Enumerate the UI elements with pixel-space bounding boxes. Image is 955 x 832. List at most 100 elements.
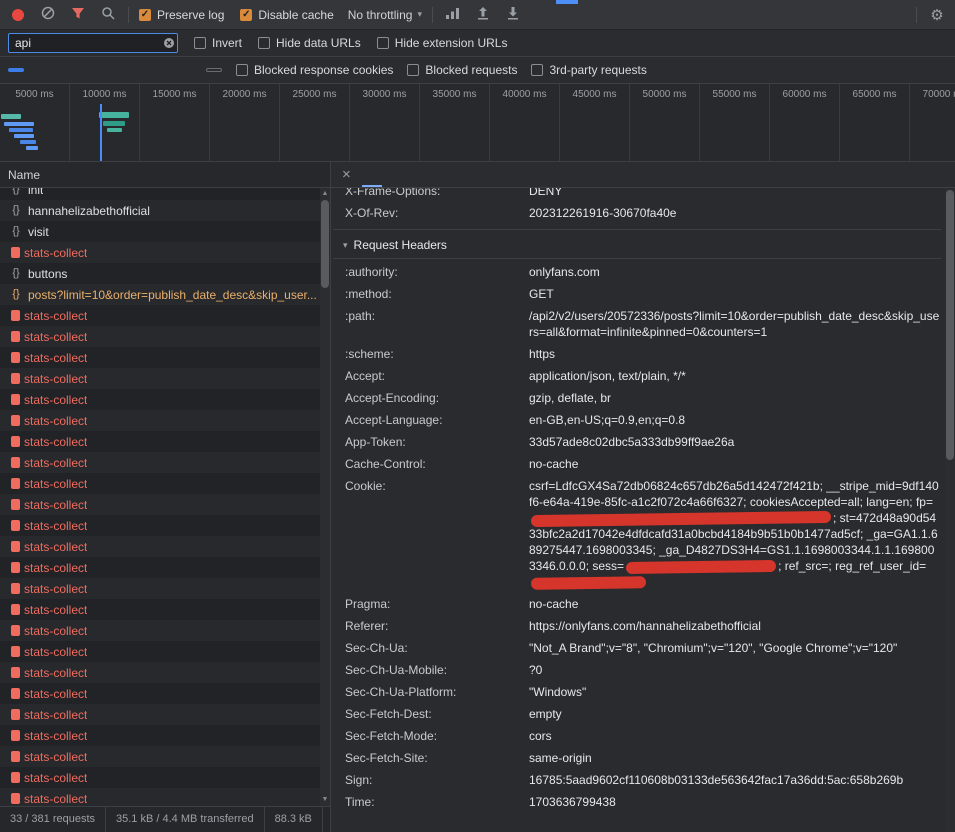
requests-count: 33 / 381 requests xyxy=(0,807,106,832)
request-row[interactable]: stats-collect xyxy=(0,641,330,662)
filter-chip-css[interactable] xyxy=(80,68,96,72)
filter-chip-js[interactable] xyxy=(44,68,60,72)
requests-scrollbar[interactable]: ▲ ▼ xyxy=(320,188,330,806)
request-row[interactable]: stats-collect xyxy=(0,305,330,326)
request-row[interactable]: stats-collect xyxy=(0,662,330,683)
checkbox-hide-data-urls[interactable]: Hide data URLs xyxy=(258,36,361,50)
export-har-button[interactable] xyxy=(503,4,523,26)
timeline-overview[interactable]: 5000 ms10000 ms15000 ms20000 ms25000 ms3… xyxy=(0,84,955,162)
request-name: visit xyxy=(28,225,49,239)
request-row[interactable]: stats-collect xyxy=(0,746,330,767)
filter-input[interactable] xyxy=(8,33,178,53)
request-row[interactable]: stats-collect xyxy=(0,452,330,473)
tab-timing[interactable] xyxy=(462,162,482,187)
checkbox-hide-extension-urls[interactable]: Hide extension URLs xyxy=(377,36,508,50)
filter-chip-media[interactable] xyxy=(134,68,150,72)
search-button[interactable] xyxy=(98,4,118,26)
checkbox-blocked-response-cookies[interactable]: Blocked response cookies xyxy=(236,63,393,77)
clear-input-icon[interactable] xyxy=(163,37,175,49)
waterfall-band[interactable] xyxy=(0,104,955,162)
request-row[interactable]: stats-collect xyxy=(0,599,330,620)
request-row[interactable]: {} visit xyxy=(0,221,330,242)
request-row[interactable]: stats-collect xyxy=(0,494,330,515)
request-row[interactable]: stats-collect xyxy=(0,683,330,704)
request-row[interactable]: stats-collect xyxy=(0,578,330,599)
error-icon xyxy=(11,730,20,741)
record-button[interactable] xyxy=(8,4,28,26)
timeline-tick-label: 20000 ms xyxy=(223,89,267,100)
filter-chip-ws[interactable] xyxy=(170,68,186,72)
waterfall-bar xyxy=(20,140,36,144)
request-row[interactable]: stats-collect xyxy=(0,326,330,347)
request-row[interactable]: stats-collect xyxy=(0,704,330,725)
request-row[interactable]: stats-collect xyxy=(0,389,330,410)
header-name: Sec-Ch-Ua-Mobile: xyxy=(345,662,529,678)
request-row[interactable]: {} hannahelizabethofficial xyxy=(0,200,330,221)
request-row[interactable]: stats-collect xyxy=(0,620,330,641)
tab-payload[interactable] xyxy=(382,162,402,187)
header-name: Sign: xyxy=(345,772,529,788)
request-row[interactable]: {} init xyxy=(0,188,330,200)
request-row[interactable]: stats-collect xyxy=(0,515,330,536)
request-row[interactable]: stats-collect xyxy=(0,557,330,578)
request-row[interactable]: stats-collect xyxy=(0,431,330,452)
request-row[interactable]: stats-collect xyxy=(0,347,330,368)
checkbox-box-icon xyxy=(531,64,543,76)
filter-chip-all[interactable] xyxy=(8,68,24,72)
network-conditions-button[interactable] xyxy=(443,4,463,26)
request-row[interactable]: stats-collect xyxy=(0,368,330,389)
details-tabs xyxy=(362,162,502,187)
checkbox-3rd-party-requests[interactable]: 3rd-party requests xyxy=(531,63,646,77)
checkbox-invert[interactable]: Invert xyxy=(194,36,242,50)
scroll-up-icon[interactable]: ▲ xyxy=(320,189,330,199)
scrollbar-thumb[interactable] xyxy=(321,200,329,288)
tab-initiator[interactable] xyxy=(442,162,462,187)
header-row: Sign: 16785:5aad9602cf110608b03133de5636… xyxy=(333,769,941,791)
header-name: Accept: xyxy=(345,368,529,384)
timeline-tick: 30000 ms xyxy=(350,84,420,104)
filter-chip-font[interactable] xyxy=(98,68,114,72)
request-row[interactable]: stats-collect xyxy=(0,536,330,557)
filter-chip-img[interactable] xyxy=(116,68,132,72)
details-scrollbar[interactable] xyxy=(945,188,955,832)
record-icon xyxy=(12,9,24,21)
tab-response[interactable] xyxy=(422,162,442,187)
header-value: 16785:5aad9602cf110608b03133de563642fac1… xyxy=(529,772,941,788)
request-name: stats-collect xyxy=(24,624,87,638)
request-row[interactable]: {} posts?limit=10&order=publish_date_des… xyxy=(0,284,330,305)
import-har-button[interactable] xyxy=(473,4,493,26)
request-row[interactable]: stats-collect xyxy=(0,473,330,494)
tab-headers[interactable] xyxy=(362,162,382,187)
waterfall-bar xyxy=(26,146,38,150)
filter-chip-doc[interactable] xyxy=(26,68,42,72)
checkbox-blocked-requests[interactable]: Blocked requests xyxy=(407,63,517,77)
close-button[interactable]: × xyxy=(331,162,362,187)
header-value: application/json, text/plain, */* xyxy=(529,368,941,384)
request-row[interactable]: stats-collect xyxy=(0,242,330,263)
request-row[interactable]: stats-collect xyxy=(0,767,330,788)
request-headers-section-header[interactable]: ▾ Request Headers xyxy=(333,232,941,259)
header-value-text: https://onlyfans.com/hannahelizabethoffi… xyxy=(529,619,761,633)
filter-button[interactable] xyxy=(68,4,88,26)
request-row[interactable]: {} buttons xyxy=(0,263,330,284)
filter-chip-manifest[interactable] xyxy=(152,68,168,72)
request-row[interactable]: stats-collect xyxy=(0,725,330,746)
checkbox-disable-cache[interactable]: Disable cache xyxy=(240,8,333,22)
clear-button[interactable] xyxy=(38,4,58,26)
tab-cookies[interactable] xyxy=(482,162,502,187)
request-row[interactable]: stats-collect xyxy=(0,410,330,431)
filter-chip-other[interactable] xyxy=(206,68,222,72)
requests-column-header[interactable]: Name xyxy=(0,162,330,188)
throttling-select[interactable]: No throttling ▾ xyxy=(348,8,422,22)
tab-preview[interactable] xyxy=(402,162,422,187)
checkbox-preserve-log[interactable]: Preserve log xyxy=(139,8,224,22)
settings-button[interactable]: ⚙ xyxy=(927,4,947,26)
scrollbar-thumb[interactable] xyxy=(946,190,954,460)
filter-chip-fetch-xhr[interactable] xyxy=(62,68,78,72)
timeline-tick-label: 55000 ms xyxy=(713,89,757,100)
scroll-down-icon[interactable]: ▼ xyxy=(320,795,330,805)
header-value: ?0 xyxy=(529,662,941,678)
request-row[interactable]: stats-collect xyxy=(0,788,330,806)
filter-chip-wasm[interactable] xyxy=(188,68,204,72)
header-value: csrf=LdfcGX4Sa72db06824c657db26a5d142472… xyxy=(529,478,941,590)
